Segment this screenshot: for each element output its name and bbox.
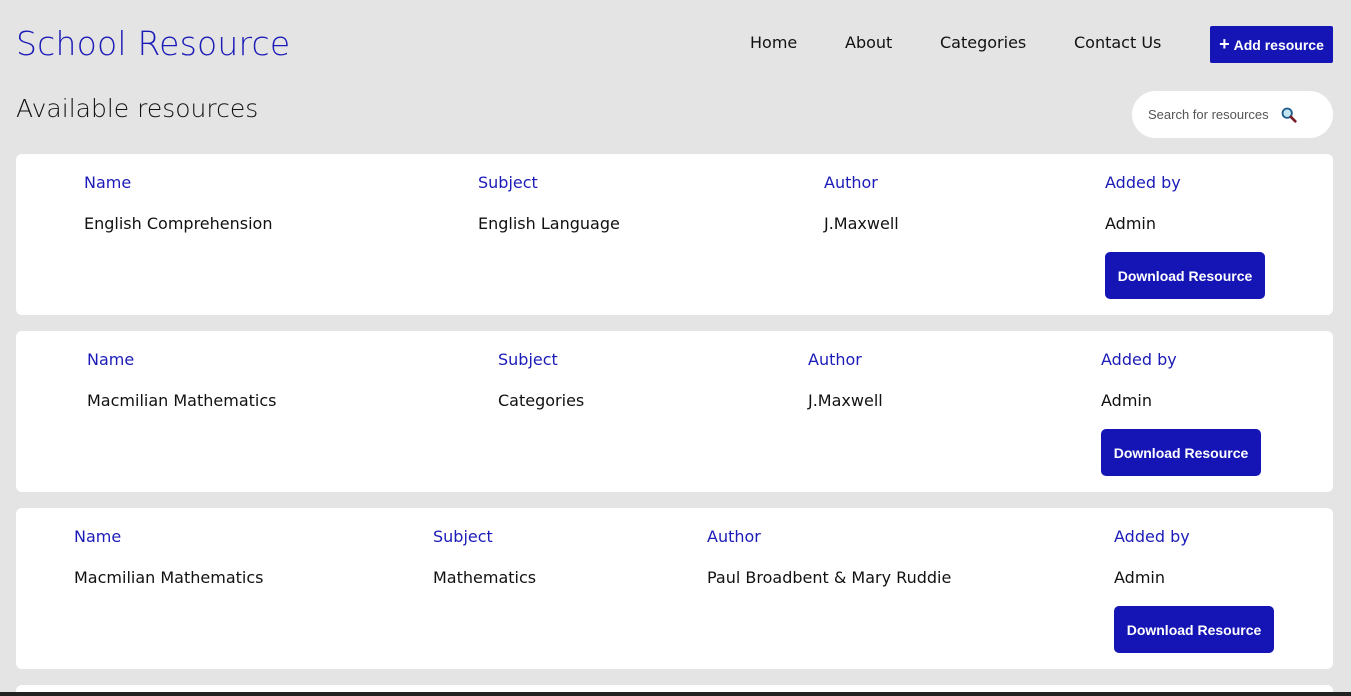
page-title: Available resources — [16, 94, 259, 123]
resource-added-by: Admin — [1101, 391, 1152, 410]
added-by-column: Added by Admin Download Resource — [1114, 527, 1274, 653]
resource-name: English Comprehension — [84, 214, 273, 233]
added-by-label: Added by — [1101, 350, 1177, 369]
subject-label: Subject — [498, 350, 558, 369]
author-column: Author J.Maxwell — [808, 350, 883, 410]
resource-name: Macmilian Mathematics — [74, 568, 264, 587]
plus-icon: + — [1219, 33, 1230, 54]
nav-home[interactable]: Home — [750, 33, 797, 52]
subject-label: Subject — [433, 527, 493, 546]
download-resource-button[interactable]: Download Resource — [1101, 429, 1261, 476]
added-by-label: Added by — [1105, 173, 1181, 192]
resource-card: Name Macmilian Mathematics Subject Mathe… — [16, 508, 1333, 669]
author-column: Author J.Maxwell — [824, 173, 899, 233]
download-resource-button[interactable]: Download Resource — [1105, 252, 1265, 299]
added-by-label: Added by — [1114, 527, 1190, 546]
name-column: Name English Comprehension — [84, 173, 272, 233]
add-resource-label: Add resource — [1233, 36, 1324, 53]
resource-subject: English Language — [478, 214, 620, 233]
author-label: Author — [824, 173, 878, 192]
added-by-column: Added by Admin Download Resource — [1105, 173, 1265, 299]
resource-added-by: Admin — [1105, 214, 1156, 233]
resource-author: J.Maxwell — [824, 214, 899, 233]
resource-card: Name English Comprehension Subject Engli… — [16, 154, 1333, 315]
nav-about[interactable]: About — [845, 33, 892, 52]
resource-added-by: Admin — [1114, 568, 1165, 587]
resource-subject: Categories — [498, 391, 585, 410]
resource-subject: Mathematics — [433, 568, 537, 587]
author-column: Author Paul Broadbent & Mary Ruddie — [707, 527, 951, 587]
download-resource-button[interactable]: Download Resource — [1114, 606, 1274, 653]
name-label: Name — [87, 350, 135, 369]
window-bottom-edge — [0, 692, 1351, 696]
page: School Resource Home About Categories Co… — [0, 0, 1351, 696]
subject-column: Subject Categories — [498, 350, 584, 410]
search-input[interactable] — [1148, 107, 1276, 122]
magnifier-icon[interactable] — [1280, 106, 1298, 124]
name-column: Name Macmilian Mathematics — [74, 527, 263, 587]
search-box — [1132, 91, 1333, 138]
added-by-column: Added by Admin Download Resource — [1101, 350, 1261, 476]
nav-categories[interactable]: Categories — [940, 33, 1026, 52]
name-column: Name Macmilian Mathematics — [87, 350, 276, 410]
subject-label: Subject — [478, 173, 538, 192]
name-label: Name — [74, 527, 122, 546]
resource-author: J.Maxwell — [808, 391, 883, 410]
resource-name: Macmilian Mathematics — [87, 391, 277, 410]
add-resource-button[interactable]: + Add resource — [1210, 26, 1333, 63]
author-label: Author — [707, 527, 761, 546]
subject-column: Subject Mathematics — [433, 527, 536, 587]
nav-contact-us[interactable]: Contact Us — [1074, 33, 1161, 52]
subject-column: Subject English Language — [478, 173, 620, 233]
name-label: Name — [84, 173, 132, 192]
resource-card: Name Macmilian Mathematics Subject Categ… — [16, 331, 1333, 492]
resource-author: Paul Broadbent & Mary Ruddie — [707, 568, 952, 587]
brand-title[interactable]: School Resource — [16, 24, 290, 63]
author-label: Author — [808, 350, 862, 369]
